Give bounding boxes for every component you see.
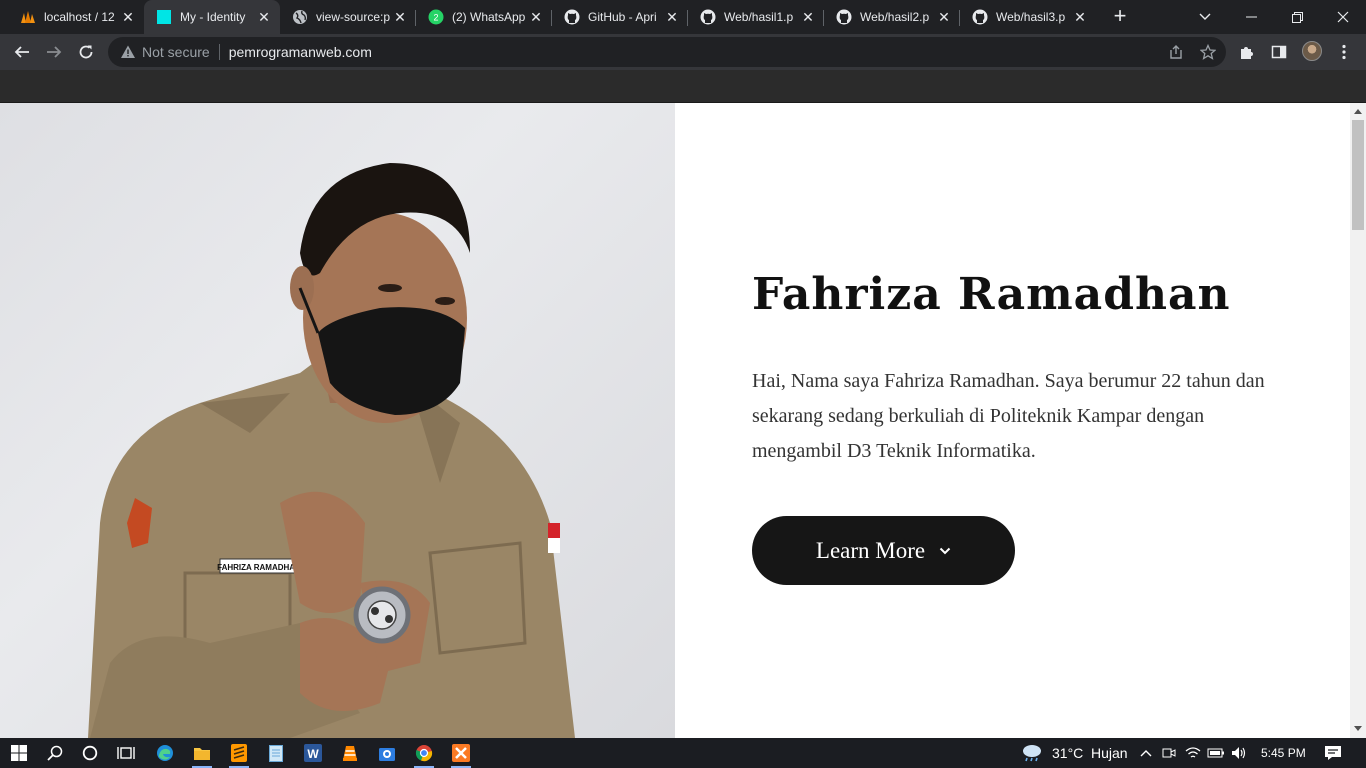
phpmyadmin-icon (20, 9, 36, 25)
tab-close-icon[interactable]: ✕ (120, 9, 136, 25)
tab-localhost[interactable]: localhost / 12 ✕ (8, 0, 144, 34)
tab-title: Web/hasil1.p (724, 10, 794, 24)
notepad-icon[interactable] (264, 741, 288, 765)
hero-description: Hai, Nama saya Fahriza Ramadhan. Saya be… (752, 370, 1265, 462)
edge-browser-icon[interactable] (153, 741, 177, 765)
url-text[interactable]: pemrogramanweb.com (229, 44, 372, 60)
tab-close-icon[interactable]: ✕ (936, 9, 952, 25)
battery-icon[interactable] (1204, 741, 1228, 765)
tab-view-source[interactable]: view-source:p ✕ (280, 0, 416, 34)
tab-hasil1[interactable]: Web/hasil1.p ✕ (688, 0, 824, 34)
minimize-button[interactable] (1228, 0, 1274, 34)
tab-github-apri[interactable]: GitHub - Apri ✕ (552, 0, 688, 34)
tab-title: Web/hasil2.p (860, 10, 930, 24)
tab-title: GitHub - Apri (588, 10, 657, 24)
extensions-puzzle-icon[interactable] (1238, 43, 1256, 61)
restore-button[interactable] (1274, 0, 1320, 34)
tab-title: (2) WhatsApp (452, 10, 526, 24)
store-app-icon[interactable] (375, 741, 399, 765)
hero-title: Fahriza Ramadhan (752, 269, 1231, 320)
tab-close-icon[interactable]: ✕ (1072, 9, 1088, 25)
tab-whatsapp[interactable]: 2 (2) WhatsApp ✕ (416, 0, 552, 34)
sublime-text-icon[interactable] (227, 741, 251, 768)
more-menu-icon[interactable] (1335, 43, 1353, 61)
github-icon (564, 9, 580, 25)
security-label[interactable]: Not secure (142, 44, 210, 60)
bookmark-star-icon[interactable] (1200, 44, 1216, 60)
tab-title: localhost / 12 (44, 10, 115, 24)
tab-close-icon[interactable]: ✕ (664, 9, 680, 25)
github-icon (972, 9, 988, 25)
hero-text-block: Fahriza Ramadhan Hai, Nama saya Fahriza … (752, 266, 1292, 469)
search-icon[interactable] (43, 741, 67, 765)
back-arrow-icon (14, 46, 29, 58)
forward-button[interactable] (42, 40, 66, 64)
tab-title: view-source:p (316, 10, 391, 24)
scrollbar-thumb[interactable] (1352, 120, 1364, 230)
warning-triangle-icon[interactable] (120, 44, 136, 60)
clock-time[interactable]: 5:45 PM (1261, 746, 1306, 760)
tab-hasil2[interactable]: Web/hasil2.p ✕ (824, 0, 960, 34)
tab-title: My - Identity (180, 10, 246, 24)
chevron-down-icon (939, 547, 951, 554)
site-navbar (0, 70, 1366, 103)
cortana-icon[interactable] (78, 741, 102, 765)
tab-search-chevron-icon[interactable] (1182, 0, 1228, 34)
windows-start-icon[interactable] (7, 741, 31, 765)
xampp-icon[interactable] (449, 741, 473, 768)
file-explorer-icon[interactable] (190, 741, 214, 768)
nametag-text: FAHRIZA RAMADHAN (217, 563, 301, 572)
browser-tab-strip: localhost / 12 ✕ My - Identity ✕ view-so… (0, 0, 1366, 34)
share-icon[interactable] (1168, 44, 1184, 60)
side-panel-icon[interactable] (1270, 43, 1288, 61)
volume-icon[interactable] (1227, 741, 1251, 765)
tab-hasil3[interactable]: Web/hasil3.p ✕ (960, 0, 1096, 34)
globe-icon (292, 9, 308, 25)
tab-close-icon[interactable]: ✕ (800, 9, 816, 25)
word-icon[interactable]: W (301, 741, 325, 765)
vlc-icon[interactable] (338, 741, 362, 765)
page-scrollbar[interactable] (1350, 103, 1366, 738)
tab-close-icon[interactable]: ✕ (392, 9, 408, 25)
notification-center-icon[interactable] (1321, 741, 1345, 765)
profile-photo: FAHRIZA RAMADHAN (0, 103, 675, 738)
cyan-square-icon (156, 9, 172, 25)
learn-more-button[interactable]: Learn More (752, 516, 1015, 585)
profile-avatar[interactable] (1302, 41, 1322, 61)
learn-more-label: Learn More (815, 537, 926, 563)
new-tab-button[interactable]: + (1108, 5, 1132, 29)
address-bar[interactable]: Not secure pemrogramanweb.com (108, 37, 1226, 67)
github-icon (700, 9, 716, 25)
weather-condition[interactable]: Hujan (1091, 745, 1128, 761)
forward-arrow-icon (47, 46, 62, 58)
tab-close-icon[interactable]: ✕ (256, 9, 272, 25)
back-button[interactable] (10, 40, 34, 64)
reload-button[interactable] (74, 40, 98, 64)
close-window-button[interactable] (1320, 0, 1366, 34)
task-view-icon[interactable] (114, 741, 138, 765)
github-icon (836, 9, 852, 25)
hero-section: FAHRIZA RAMADHAN Fahriza Ramadhan Hai, N… (0, 103, 1350, 738)
windows-taskbar: W 31°C Hujan 5:45 PM (0, 738, 1366, 768)
chrome-icon[interactable] (412, 741, 436, 768)
scroll-down-arrow-icon[interactable] (1354, 725, 1362, 733)
weather-rain-icon[interactable] (1020, 741, 1044, 765)
reload-icon (79, 45, 93, 59)
divider (218, 44, 220, 60)
svg-text:W: W (307, 747, 319, 761)
svg-text:2: 2 (433, 13, 438, 23)
whatsapp-icon: 2 (428, 9, 444, 25)
tray-chevron-up-icon[interactable] (1134, 741, 1158, 765)
weather-temperature[interactable]: 31°C (1052, 745, 1083, 761)
camera-meet-icon[interactable] (1157, 741, 1181, 765)
browser-toolbar: Not secure pemrogramanweb.com (0, 34, 1366, 70)
tab-title: Web/hasil3.p (996, 10, 1066, 24)
tab-my-identity[interactable]: My - Identity ✕ (144, 0, 280, 34)
wifi-icon[interactable] (1181, 741, 1205, 765)
tab-close-icon[interactable]: ✕ (528, 9, 544, 25)
scroll-up-arrow-icon[interactable] (1354, 107, 1362, 115)
